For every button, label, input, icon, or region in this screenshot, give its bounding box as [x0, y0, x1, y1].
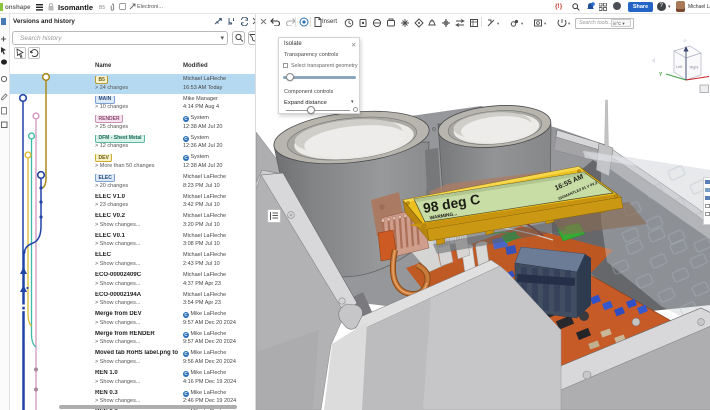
svg-text:Right: Right	[690, 66, 700, 70]
svg-text:Y: Y	[659, 72, 663, 78]
svg-text:Left: Left	[676, 65, 683, 69]
